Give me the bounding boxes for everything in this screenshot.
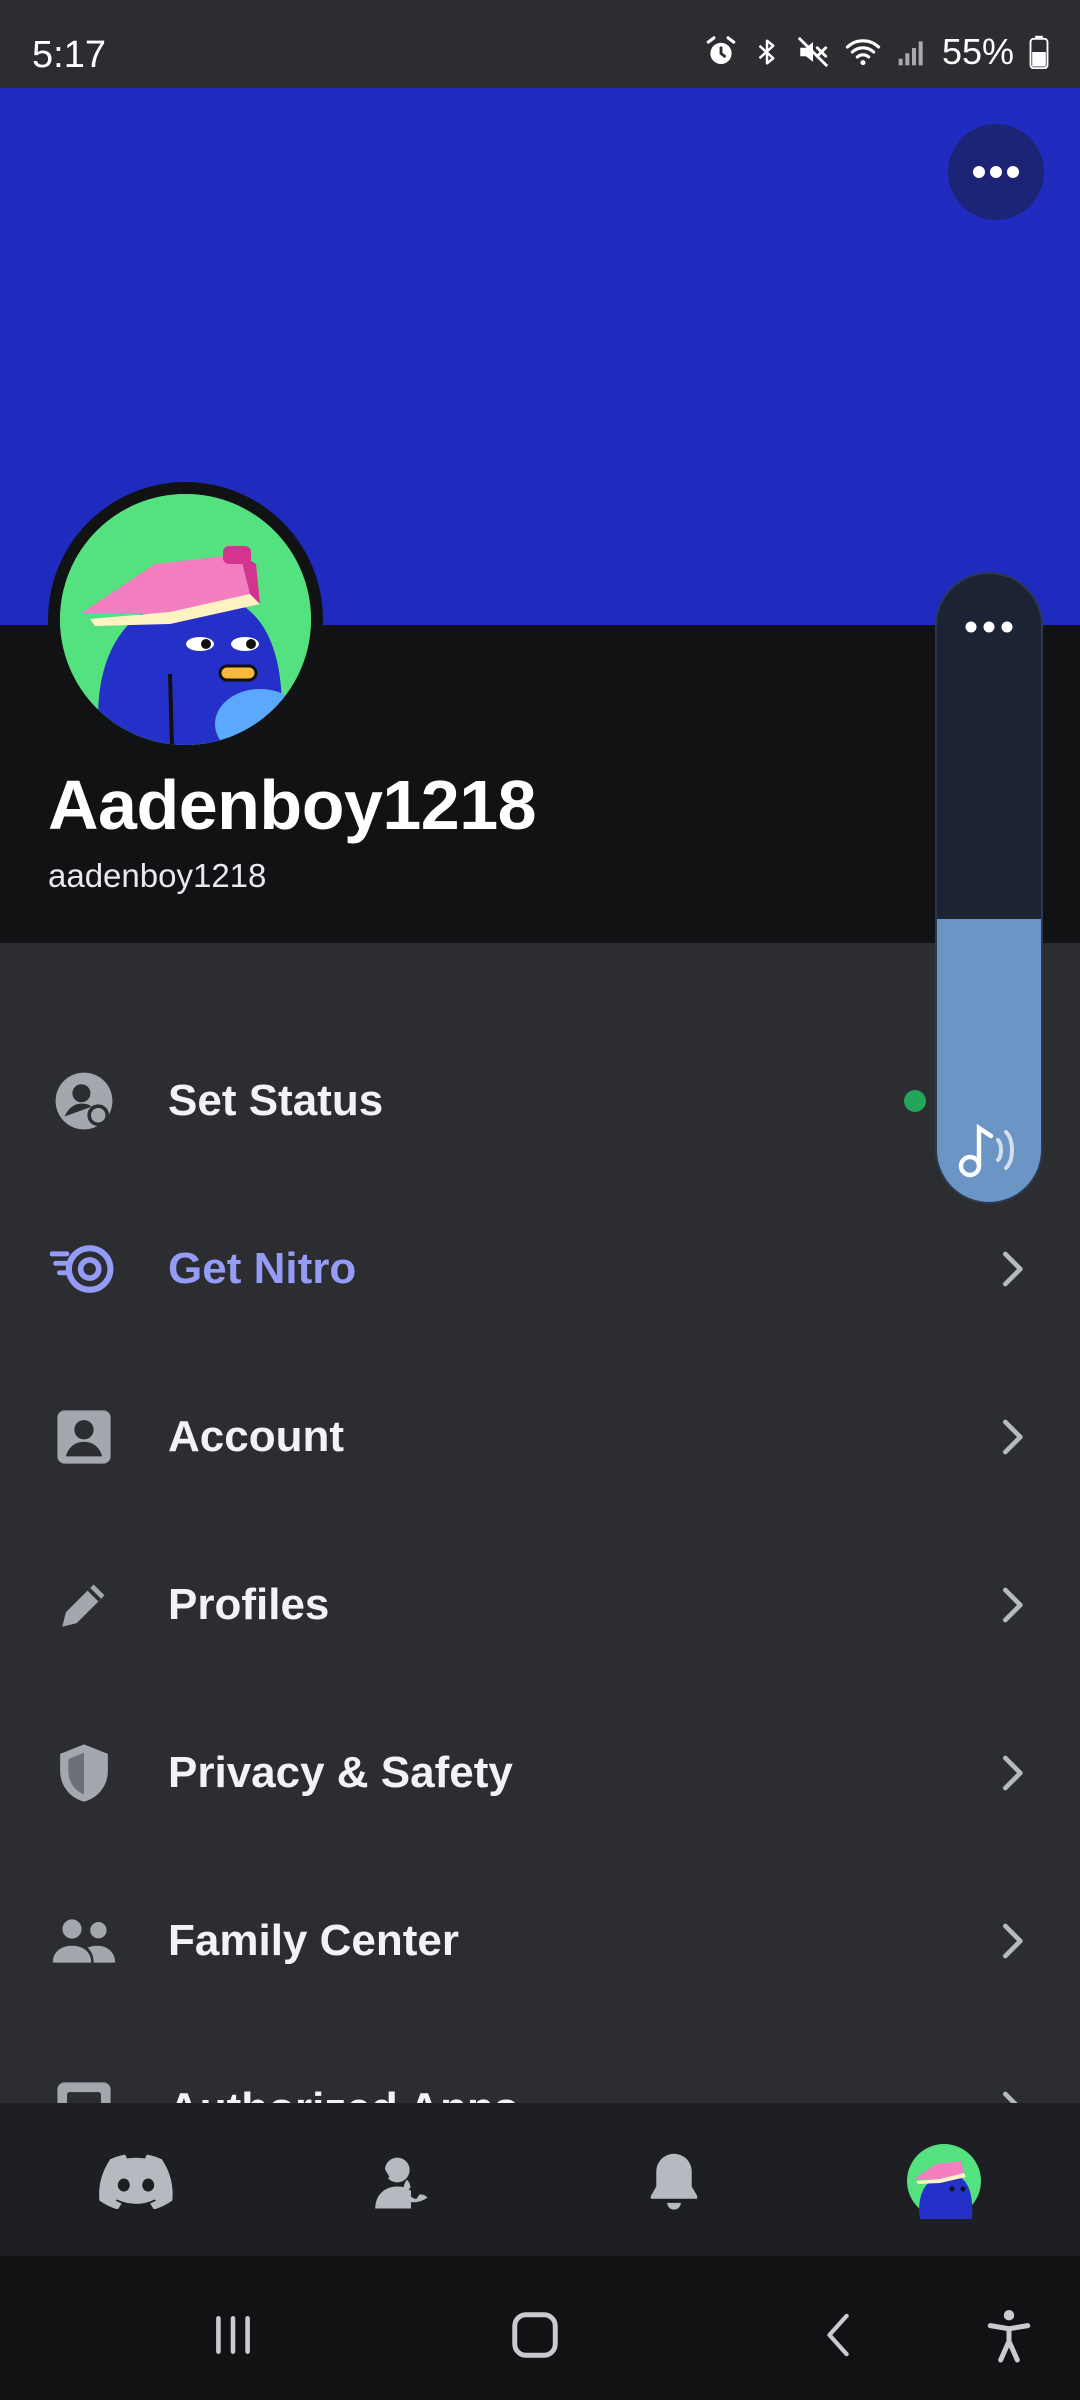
accessibility-icon[interactable]: [974, 2300, 1044, 2370]
menu-item-label: Profiles: [168, 1580, 330, 1629]
settings-menu: Set Status Get Nitro Account Profiles Pr…: [0, 943, 1080, 2103]
chevron-right-icon: [1003, 1923, 1023, 1959]
discord-home-icon[interactable]: [96, 2141, 176, 2221]
friends-icon[interactable]: [360, 2141, 440, 2221]
chevron-right-icon: [1003, 1755, 1023, 1791]
mute-icon: [796, 35, 830, 69]
username: aadenboy1218: [48, 857, 267, 894]
battery-icon: [1028, 35, 1050, 69]
status-icons: 55%: [704, 28, 1050, 76]
menu-item-label: Get Nitro: [168, 1244, 357, 1293]
status-bar: 5:17 55%: [0, 0, 1080, 88]
chevron-right-icon: [1003, 1251, 1023, 1287]
nitro-icon: [50, 1235, 118, 1303]
shield-icon: [50, 1739, 118, 1807]
bottom-nav: [0, 2103, 1080, 2256]
apps-icon: [50, 2075, 118, 2103]
menu-item-label: Set Status: [168, 1076, 384, 1125]
menu-item-family-center[interactable]: Family Center: [0, 1857, 1080, 2025]
family-icon: [50, 1907, 118, 1975]
chevron-right-icon: [1003, 1419, 1023, 1455]
online-status-dot: [904, 1090, 926, 1112]
home-icon[interactable]: [500, 2300, 570, 2370]
wifi-icon: [844, 35, 882, 69]
menu-item-authorized-apps[interactable]: Authorized Apps: [0, 2025, 1080, 2103]
menu-item-label: Privacy & Safety: [168, 1748, 513, 1797]
battery-percent: 55%: [941, 31, 1014, 72]
profile-more-button[interactable]: [948, 124, 1044, 220]
menu-item-label: Authorized Apps: [168, 2084, 518, 2103]
status-time: 5:17: [32, 34, 106, 76]
recents-icon[interactable]: [198, 2300, 268, 2370]
menu-item-label: Account: [168, 1412, 344, 1461]
menu-item-privacy-safety[interactable]: Privacy & Safety: [0, 1689, 1080, 1857]
user-status-icon: [50, 1067, 118, 1135]
back-icon[interactable]: [804, 2300, 874, 2370]
signal-icon: [896, 35, 928, 69]
notifications-icon[interactable]: [634, 2141, 714, 2221]
volume-slider[interactable]: [935, 572, 1043, 1204]
chevron-right-icon: [1003, 1587, 1023, 1623]
display-name: Aadenboy1218: [48, 766, 537, 844]
more-dots-icon: [973, 166, 1019, 178]
account-icon: [50, 1403, 118, 1471]
menu-item-set-status[interactable]: Set Status: [0, 1017, 1080, 1185]
menu-item-profiles[interactable]: Profiles: [0, 1521, 1080, 1689]
pencil-icon: [50, 1571, 118, 1639]
menu-item-get-nitro[interactable]: Get Nitro: [0, 1185, 1080, 1353]
system-nav-bar: [0, 2256, 1080, 2400]
volume-more-icon[interactable]: [937, 620, 1041, 634]
chevron-right-icon: [1003, 2091, 1018, 2103]
menu-item-account[interactable]: Account: [0, 1353, 1080, 1521]
bluetooth-icon: [752, 35, 782, 69]
music-volume-icon: [937, 1120, 1041, 1180]
profile-avatar-icon[interactable]: [904, 2141, 984, 2221]
alarm-icon: [704, 35, 738, 69]
avatar-image: [60, 494, 311, 745]
menu-item-label: Family Center: [168, 1916, 459, 1965]
avatar[interactable]: [48, 482, 323, 757]
